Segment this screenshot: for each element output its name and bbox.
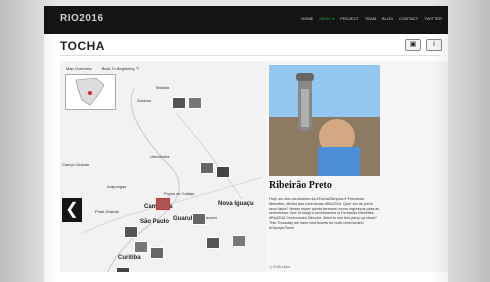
map-thumbnail[interactable] (200, 162, 214, 174)
top-navbar: RIO2016 HOME MENU ▾ PROJECT TEAM BLOG CO… (44, 6, 448, 34)
content: TOCHA ▣ i Map Overview Back To Beginning… (44, 34, 448, 282)
nav-blog[interactable]: BLOG (382, 16, 393, 21)
city-campo-grande[interactable]: Campo Grande (62, 162, 89, 167)
image-button[interactable]: ▣ (405, 39, 421, 51)
photo-svg (269, 65, 380, 176)
page-title: TOCHA (60, 39, 105, 53)
map-panel[interactable]: Map Overview Back To Beginning ↰ ❮ Brasi… (60, 61, 266, 282)
map-thumbnail[interactable] (188, 97, 202, 109)
location-description: Hoje um dos condutores da #TochaOlimpica… (269, 197, 380, 230)
map-thumbnail[interactable] (134, 241, 148, 253)
prev-arrow-button[interactable]: ❮ (62, 198, 82, 222)
city-brasilia[interactable]: Brasilia (156, 85, 169, 90)
nav-menu: HOME MENU ▾ PROJECT TEAM BLOG CONTACT TW… (301, 16, 442, 21)
map-thumbnail[interactable] (232, 235, 246, 247)
detail-panel: Ribeirão Preto Hoje um dos condutores da… (266, 61, 448, 282)
map-thumbnail-selected[interactable] (156, 198, 170, 210)
nav-menu-dropdown[interactable]: MENU ▾ (319, 16, 334, 21)
chevron-left-icon: ❮ (65, 201, 79, 218)
page: RIO2016 HOME MENU ▾ PROJECT TEAM BLOG CO… (0, 0, 490, 282)
city-uberlandia[interactable]: Uberlândia (150, 154, 169, 159)
nav-home[interactable]: HOME (301, 16, 313, 21)
map-thumbnail[interactable] (150, 247, 164, 259)
map-thumbnail[interactable] (172, 97, 186, 109)
likes-count: ◷ 6195 Likes (269, 265, 290, 269)
city-goiania[interactable]: Goiânia (137, 98, 151, 103)
map-thumbnail[interactable] (124, 226, 138, 238)
divider (60, 55, 440, 56)
map-thumbnail[interactable] (192, 213, 206, 225)
nav-twitter[interactable]: TWITTER (424, 16, 442, 21)
nav-project[interactable]: PROJECT (340, 16, 359, 21)
info-button[interactable]: i (426, 39, 442, 51)
city-praia-grande[interactable]: Praia Grande (95, 209, 119, 214)
featured-photo (269, 65, 380, 176)
logo[interactable]: RIO2016 (60, 13, 104, 24)
city-pocos[interactable]: Poços de Caldas (164, 191, 194, 196)
city-curitiba[interactable]: Curitiba (118, 255, 141, 261)
nav-team[interactable]: TEAM (365, 16, 376, 21)
city-sao-paulo[interactable]: São Paulo (140, 219, 169, 225)
bottom-edge (44, 272, 448, 282)
info-icon: i (433, 41, 435, 48)
image-icon: ▣ (409, 41, 417, 48)
location-title: Ribeirão Preto (269, 180, 332, 191)
city-arapongas[interactable]: Arapongas (107, 184, 126, 189)
city-nova-iguacu[interactable]: Nova Iguaçu (218, 201, 254, 207)
nav-contact[interactable]: CONTACT (399, 16, 418, 21)
map-thumbnail[interactable] (206, 237, 220, 249)
map-thumbnail[interactable] (216, 166, 230, 178)
